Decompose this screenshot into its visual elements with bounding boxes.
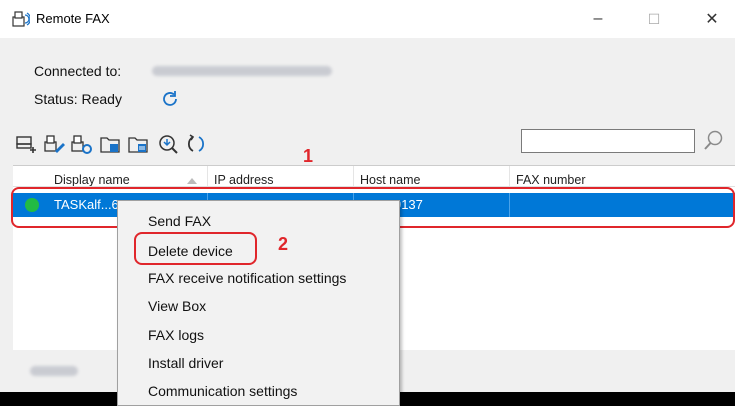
connected-host-redacted (152, 66, 332, 76)
fax-log-icon[interactable] (127, 133, 149, 155)
menu-item-fax-logs[interactable]: FAX logs (148, 327, 204, 343)
menu-item-install-driver[interactable]: Install driver (148, 355, 223, 371)
minimize-button[interactable]: – (575, 0, 621, 38)
status-label: Status: Ready (34, 91, 122, 107)
refresh-icon[interactable] (185, 133, 207, 155)
sort-ascending-icon (187, 178, 197, 184)
column-header-ip-address[interactable]: IP address (208, 166, 354, 186)
add-device-icon[interactable] (15, 133, 37, 155)
menu-item-communication-settings[interactable]: Communication settings (148, 383, 297, 399)
menu-item-send-fax[interactable]: Send FAX (148, 213, 211, 229)
callout-number-2: 2 (278, 234, 289, 254)
column-header-fax-number[interactable]: FAX number (510, 166, 735, 186)
window-title: Remote FAX (36, 11, 110, 26)
edit-device-icon[interactable] (43, 133, 65, 155)
column-header-display-name[interactable]: Display name (48, 166, 208, 186)
context-menu: Send FAX Delete device FAX receive notif… (117, 200, 400, 406)
title-bar: Remote FAX – ☐ ✕ (0, 0, 735, 38)
maximize-button[interactable]: ☐ (631, 0, 677, 38)
device-settings-icon[interactable] (70, 133, 92, 155)
search-icon[interactable] (702, 128, 726, 154)
menu-item-fax-receive-notification[interactable]: FAX receive notification settings (148, 270, 346, 286)
table-header: Display name IP address Host name FAX nu… (13, 166, 735, 187)
zoom-icon[interactable] (157, 133, 179, 155)
menu-item-view-box[interactable]: View Box (148, 298, 206, 314)
fax-box-icon[interactable] (99, 133, 121, 155)
refresh-status-icon[interactable] (160, 89, 180, 109)
column-header-host-name[interactable]: Host name (354, 166, 510, 186)
close-button[interactable]: ✕ (689, 0, 735, 38)
connected-to-label: Connected to: (34, 63, 122, 79)
search-input[interactable] (521, 129, 695, 153)
fax-app-icon (12, 11, 30, 27)
callout-box-2 (134, 232, 257, 265)
callout-number-1: 1 (303, 146, 314, 166)
version-redacted (30, 366, 78, 376)
